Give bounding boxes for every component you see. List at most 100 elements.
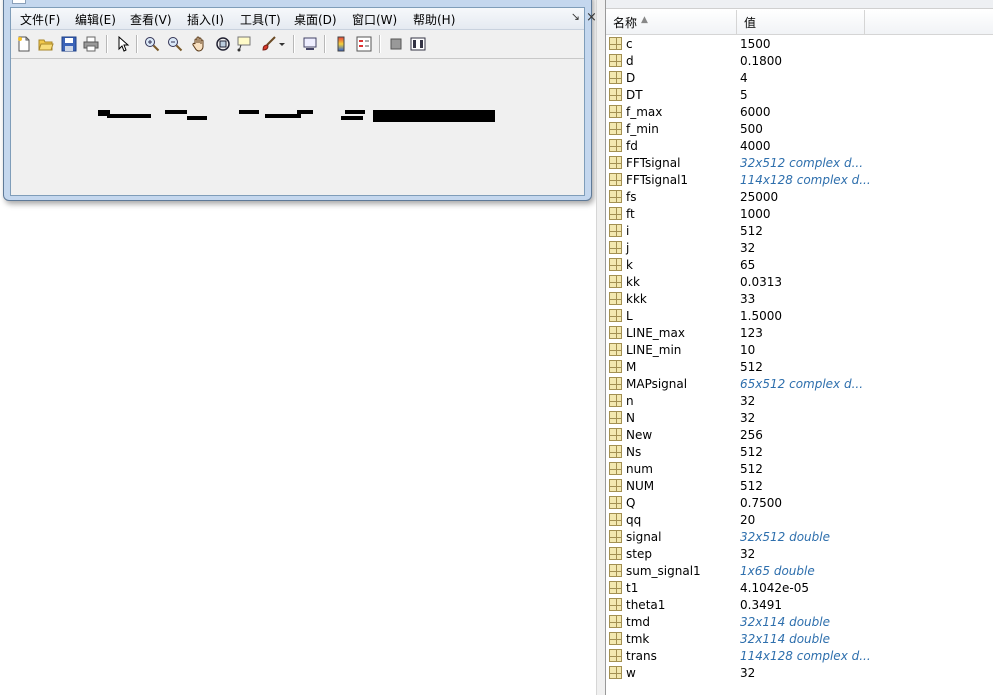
variable-name: num [626,462,653,476]
variable-grid-icon [609,462,622,475]
workspace-variable-row[interactable]: New 256 [606,427,993,444]
variable-value: 6000 [740,105,771,119]
show-plot-tools-icon[interactable] [409,35,427,53]
workspace-variable-row[interactable]: tmk 32x114 double [606,631,993,648]
variable-name: New [626,428,653,442]
variable-name: w [626,666,636,680]
workspace-variable-row[interactable]: qq 20 [606,512,993,529]
workspace-variable-row[interactable]: f_max 6000 [606,104,993,121]
menu-insert[interactable]: 插入(I) [187,11,224,28]
figure-client-area: 文件(F) 编辑(E) 查看(V) 插入(I) 工具(T) 桌面(D) 窗口(W… [10,7,585,196]
variable-name: fd [626,139,638,153]
workspace-variable-row[interactable]: n 32 [606,393,993,410]
variable-value: 32x512 double [740,530,830,544]
workspace-variable-row[interactable]: w 32 [606,665,993,682]
workspace-variable-row[interactable]: step 32 [606,546,993,563]
workspace-variable-row[interactable]: t1 4.1042e-05 [606,580,993,597]
zoom-out-icon[interactable] [166,35,184,53]
variable-value: 65x512 complex d... [740,377,864,391]
menu-window[interactable]: 窗口(W) [352,11,397,28]
workspace-title-strip [606,0,993,9]
variable-value: 32 [740,241,756,255]
variable-value: 1x65 double [740,564,815,578]
variable-value: 32 [740,411,756,425]
workspace-variable-row[interactable]: Q 0.7500 [606,495,993,512]
colorbar-icon[interactable] [332,35,350,53]
workspace-variable-row[interactable]: ft 1000 [606,206,993,223]
variable-value: 114x128 complex d... [740,173,871,187]
workspace-variable-row[interactable]: L 1.5000 [606,308,993,325]
open-file-icon[interactable] [37,35,55,53]
menu-view[interactable]: 查看(V) [130,11,172,28]
variable-name: c [626,37,633,51]
hide-plot-tools-icon[interactable] [387,35,405,53]
workspace-variable-row[interactable]: f_min 500 [606,121,993,138]
workspace-variable-row[interactable]: j 32 [606,240,993,257]
workspace-variable-row[interactable]: signal 32x512 double [606,529,993,546]
print-icon[interactable] [82,35,100,53]
menu-edit[interactable]: 编辑(E) [75,11,116,28]
workspace-variable-row[interactable]: LINE_max 123 [606,325,993,342]
workspace-variable-row[interactable]: D4 [606,70,993,87]
variable-grid-icon [609,394,622,407]
workspace-variable-row[interactable]: MAPsignal 65x512 complex d... [606,376,993,393]
workspace-variable-row[interactable]: FFTsignal 32x512 complex d... [606,155,993,172]
workspace-variable-row[interactable]: i 512 [606,223,993,240]
workspace-variable-row[interactable]: trans 114x128 complex d... [606,648,993,665]
workspace-variable-row[interactable]: theta1 0.3491 [606,597,993,614]
new-figure-icon[interactable] [15,35,33,53]
workspace-variable-row[interactable]: fd 4000 [606,138,993,155]
brush-icon[interactable] [260,35,278,53]
workspace-variable-row[interactable]: DT 5 [606,87,993,104]
variable-value: 32x114 double [740,615,830,629]
menu-dock-arrow-icon[interactable]: ↘ [571,10,580,23]
workspace-variable-row[interactable]: M 512 [606,359,993,376]
workspace-variable-row[interactable]: FFTsignal1 114x128 complex d... [606,172,993,189]
menu-tools[interactable]: 工具(T) [240,11,281,28]
variable-grid-icon [609,513,622,526]
legend-icon[interactable] [355,35,373,53]
variable-grid-icon [609,258,622,271]
menu-desktop[interactable]: 桌面(D) [294,11,337,28]
menu-help[interactable]: 帮助(H) [413,11,455,28]
variable-value: 33 [740,292,756,306]
variable-grid-icon [609,564,622,577]
save-icon[interactable] [60,35,78,53]
workspace-variable-row[interactable]: num 512 [606,461,993,478]
workspace-variable-row[interactable]: NUM 512 [606,478,993,495]
variable-value: 5 [740,88,748,102]
pan-hand-icon[interactable] [190,35,208,53]
workspace-variable-row[interactable]: N 32 [606,410,993,427]
variable-grid-icon [609,241,622,254]
workspace-variable-row[interactable]: c 1500 [606,36,993,53]
rotate-3d-icon[interactable] [214,35,232,53]
workspace-variable-row[interactable]: tmd 32x114 double [606,614,993,631]
redacted-mark [341,116,363,120]
variable-grid-icon [609,377,622,390]
variable-grid-icon [609,292,622,305]
variable-value: 4.1042e-05 [740,581,809,595]
data-cursor-icon[interactable] [236,35,254,53]
pointer-icon[interactable] [114,35,132,53]
workspace-variable-row[interactable]: LINE_min 10 [606,342,993,359]
workspace-variable-row[interactable]: kk 0.0313 [606,274,993,291]
link-plot-icon[interactable] [301,35,319,53]
workspace-variable-row[interactable]: fs 25000 [606,189,993,206]
workspace-variable-row[interactable]: d 0.1800 [606,53,993,70]
workspace-variable-row[interactable]: sum_signal1 1x65 double [606,563,993,580]
workspace-variable-row[interactable]: kkk 33 [606,291,993,308]
menu-file[interactable]: 文件(F) [20,11,60,28]
brush-dropdown-icon[interactable] [277,35,287,53]
variable-name: FFTsignal [626,156,681,170]
variable-grid-icon [609,190,622,203]
zoom-in-icon[interactable] [143,35,161,53]
column-header-name[interactable]: 名称 [613,14,637,31]
workspace-variable-row[interactable]: k 65 [606,257,993,274]
variable-grid-icon [609,445,622,458]
column-header-value[interactable]: 值 [744,14,756,31]
column-divider[interactable] [864,10,865,34]
variable-name: step [626,547,652,561]
workspace-variable-row[interactable]: Ns 512 [606,444,993,461]
column-divider[interactable] [736,10,737,34]
workspace-variable-list: c 1500 d 0.1800 D 4 DT 5 f_max 6000 f_min 500 fd 4000… [606,36,993,682]
